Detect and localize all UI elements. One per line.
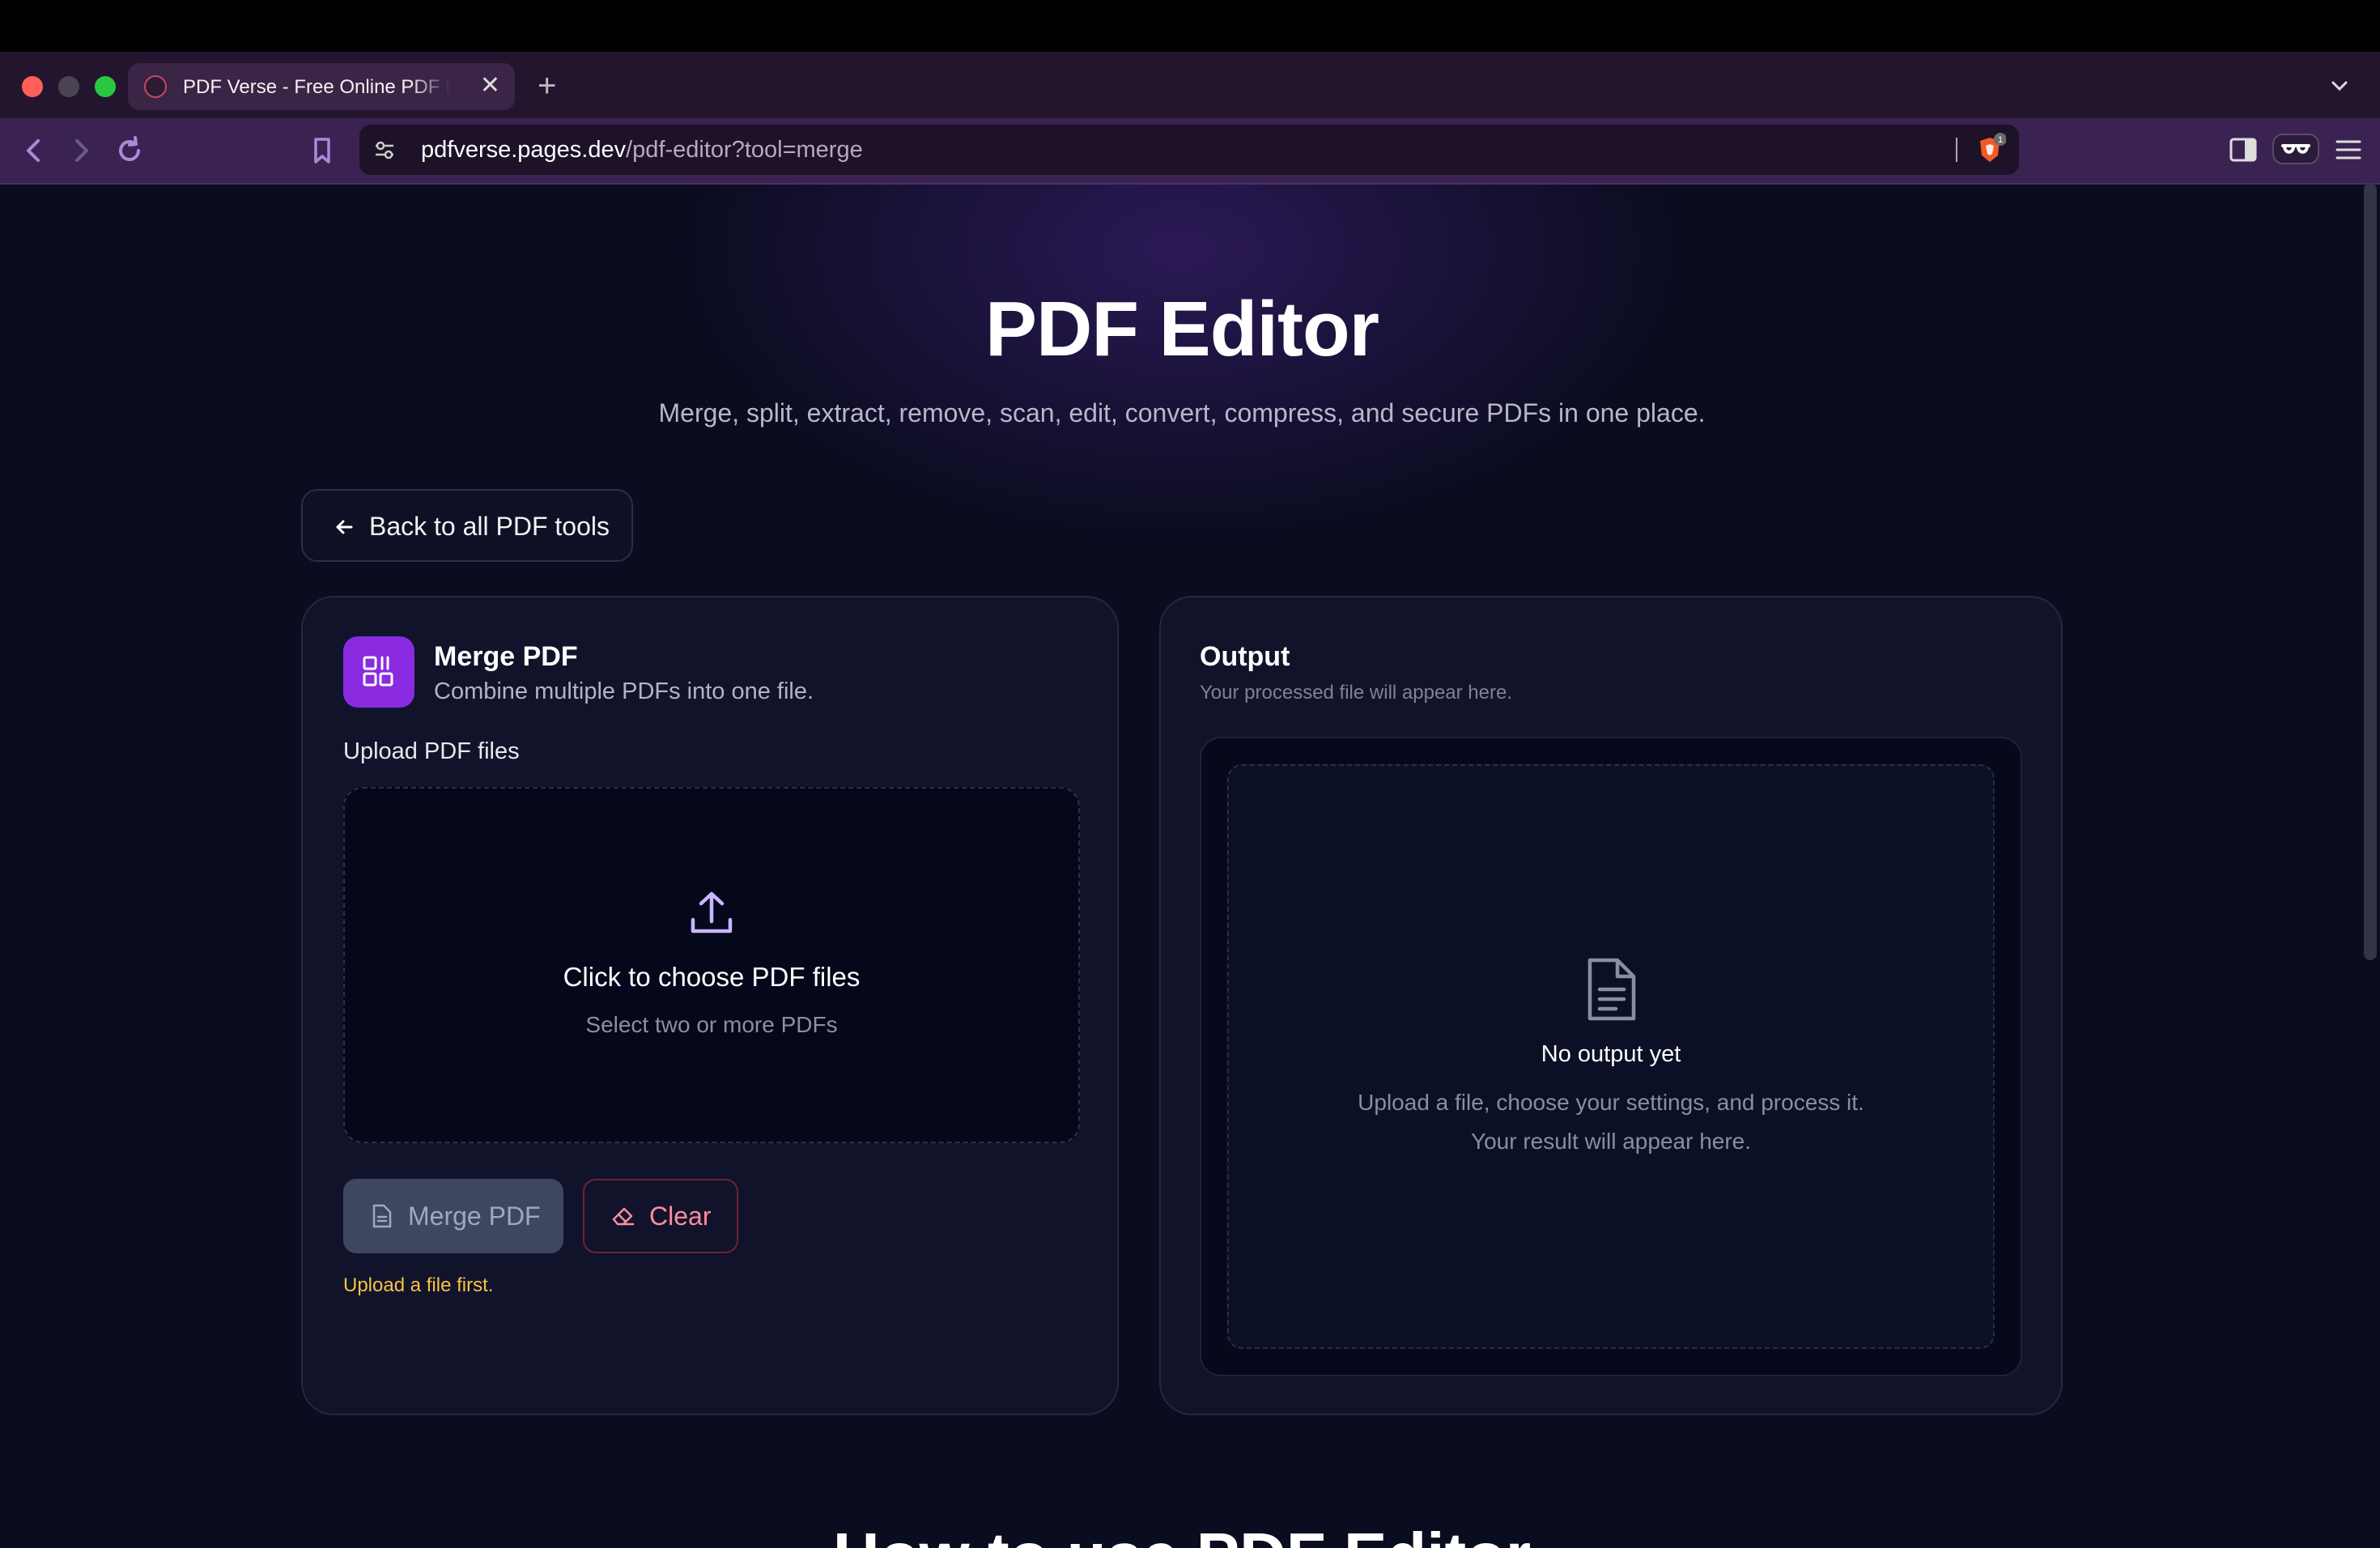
back-button-label: Back to all PDF tools	[369, 512, 610, 541]
bookmark-icon[interactable]	[306, 134, 338, 167]
url-path: /pdf-editor?tool=merge	[626, 137, 863, 163]
output-preview-area: No output yet Upload a file, choose your…	[1200, 737, 2022, 1376]
empty-output-title: No output yet	[1541, 1041, 1681, 1067]
maximize-window-button[interactable]	[95, 76, 116, 97]
merge-tool-card: Merge PDF Combine multiple PDFs into one…	[301, 596, 1119, 1415]
page-content: PDF Editor Merge, split, extract, remove…	[0, 185, 2380, 1548]
tool-title: Merge PDF	[434, 641, 578, 672]
reload-icon[interactable]	[113, 134, 146, 167]
shield-count: 1	[1998, 135, 2003, 145]
tab-list-chevron-icon[interactable]	[2328, 74, 2351, 97]
back-arrow-icon[interactable]	[18, 134, 50, 167]
output-placeholder: No output yet Upload a file, choose your…	[1227, 764, 1995, 1349]
url-divider	[1956, 138, 1957, 162]
url-host: pdfverse.pages.dev	[421, 137, 627, 163]
site-favicon-icon	[144, 75, 167, 98]
address-bar[interactable]: pdfverse.pages.dev/pdf-editor?tool=merge…	[359, 125, 2019, 175]
clear-button[interactable]: Clear	[583, 1179, 738, 1253]
clear-button-label: Clear	[649, 1201, 712, 1231]
page-subtitle: Merge, split, extract, remove, scan, edi…	[658, 398, 1706, 427]
dropzone-title: Click to choose PDF files	[563, 962, 861, 992]
file-icon	[372, 1204, 392, 1228]
document-icon	[1587, 958, 1636, 1021]
sidebar-toggle-icon[interactable]	[2228, 134, 2259, 165]
merge-pdf-button[interactable]: Merge PDF	[343, 1179, 563, 1253]
page-title: PDF Editor	[985, 286, 1379, 372]
forward-arrow-icon[interactable]	[65, 134, 97, 167]
merge-icon	[343, 636, 414, 708]
new-tab-button[interactable]: +	[538, 68, 556, 104]
output-card: Output Your processed file will appear h…	[1159, 596, 2063, 1415]
file-dropzone[interactable]: Click to choose PDF files Select two or …	[343, 787, 1080, 1143]
next-section-heading: How to use PDF Editor	[0, 1519, 2364, 1548]
arrow-left-icon	[336, 520, 353, 534]
browser-tab-active[interactable]: PDF Verse - Free Online PDF Editor ✕	[128, 63, 515, 110]
tab-close-icon[interactable]: ✕	[480, 73, 500, 99]
tab-title: PDF Verse - Free Online PDF Editor	[183, 76, 450, 98]
empty-output-description: Upload a file, choose your settings, and…	[1358, 1090, 1864, 1154]
eraser-icon	[612, 1207, 635, 1226]
page-scrollbar[interactable]	[2364, 183, 2377, 960]
warning-message: Upload a file first.	[343, 1274, 494, 1296]
output-description: Your processed file will appear here.	[1200, 682, 1513, 704]
reader-mode-icon[interactable]	[2272, 131, 2320, 167]
upload-label: Upload PDF files	[343, 738, 520, 764]
tool-description: Combine multiple PDFs into one file.	[434, 678, 814, 704]
brave-shields-icon[interactable]: 1	[1974, 133, 2006, 167]
upload-icon	[691, 891, 733, 933]
output-title: Output	[1200, 641, 1290, 672]
url-text[interactable]: pdfverse.pages.dev/pdf-editor?tool=merge	[421, 137, 863, 164]
back-to-tools-button[interactable]: Back to all PDF tools	[301, 489, 633, 562]
menu-icon[interactable]	[2333, 134, 2364, 165]
close-window-button[interactable]	[22, 76, 43, 97]
minimize-window-button[interactable]	[58, 76, 79, 97]
site-settings-icon[interactable]	[372, 138, 397, 162]
dropzone-subtitle: Select two or more PDFs	[585, 1012, 838, 1037]
merge-button-label: Merge PDF	[408, 1201, 541, 1231]
window-top-bar	[0, 0, 2380, 52]
